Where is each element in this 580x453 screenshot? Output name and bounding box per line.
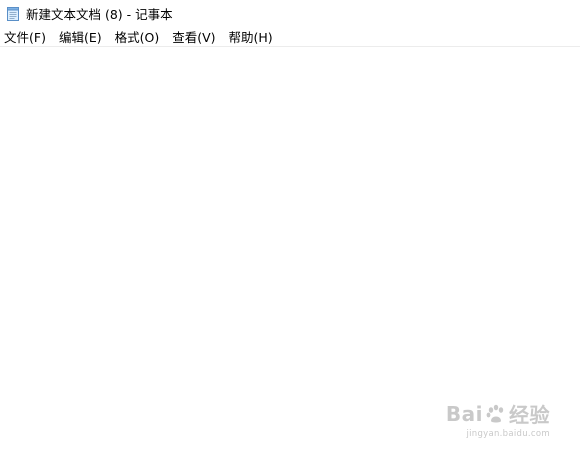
menu-format[interactable]: 格式(O) <box>115 27 160 46</box>
menu-view[interactable]: 查看(V) <box>172 27 215 46</box>
window-title: 新建文本文档 (8) - 记事本 <box>26 7 173 22</box>
menu-edit[interactable]: 编辑(E) <box>59 27 102 46</box>
text-editor-area[interactable] <box>0 47 580 453</box>
notepad-window: 新建文本文档 (8) - 记事本 文件(F) 编辑(E) 格式(O) 查看(V)… <box>0 0 580 453</box>
notepad-icon <box>6 6 20 21</box>
menu-help[interactable]: 帮助(H) <box>229 27 273 46</box>
menu-file[interactable]: 文件(F) <box>4 27 46 46</box>
menu-bar: 文件(F) 编辑(E) 格式(O) 查看(V) 帮助(H) <box>0 27 580 46</box>
title-bar[interactable]: 新建文本文档 (8) - 记事本 <box>0 0 580 27</box>
